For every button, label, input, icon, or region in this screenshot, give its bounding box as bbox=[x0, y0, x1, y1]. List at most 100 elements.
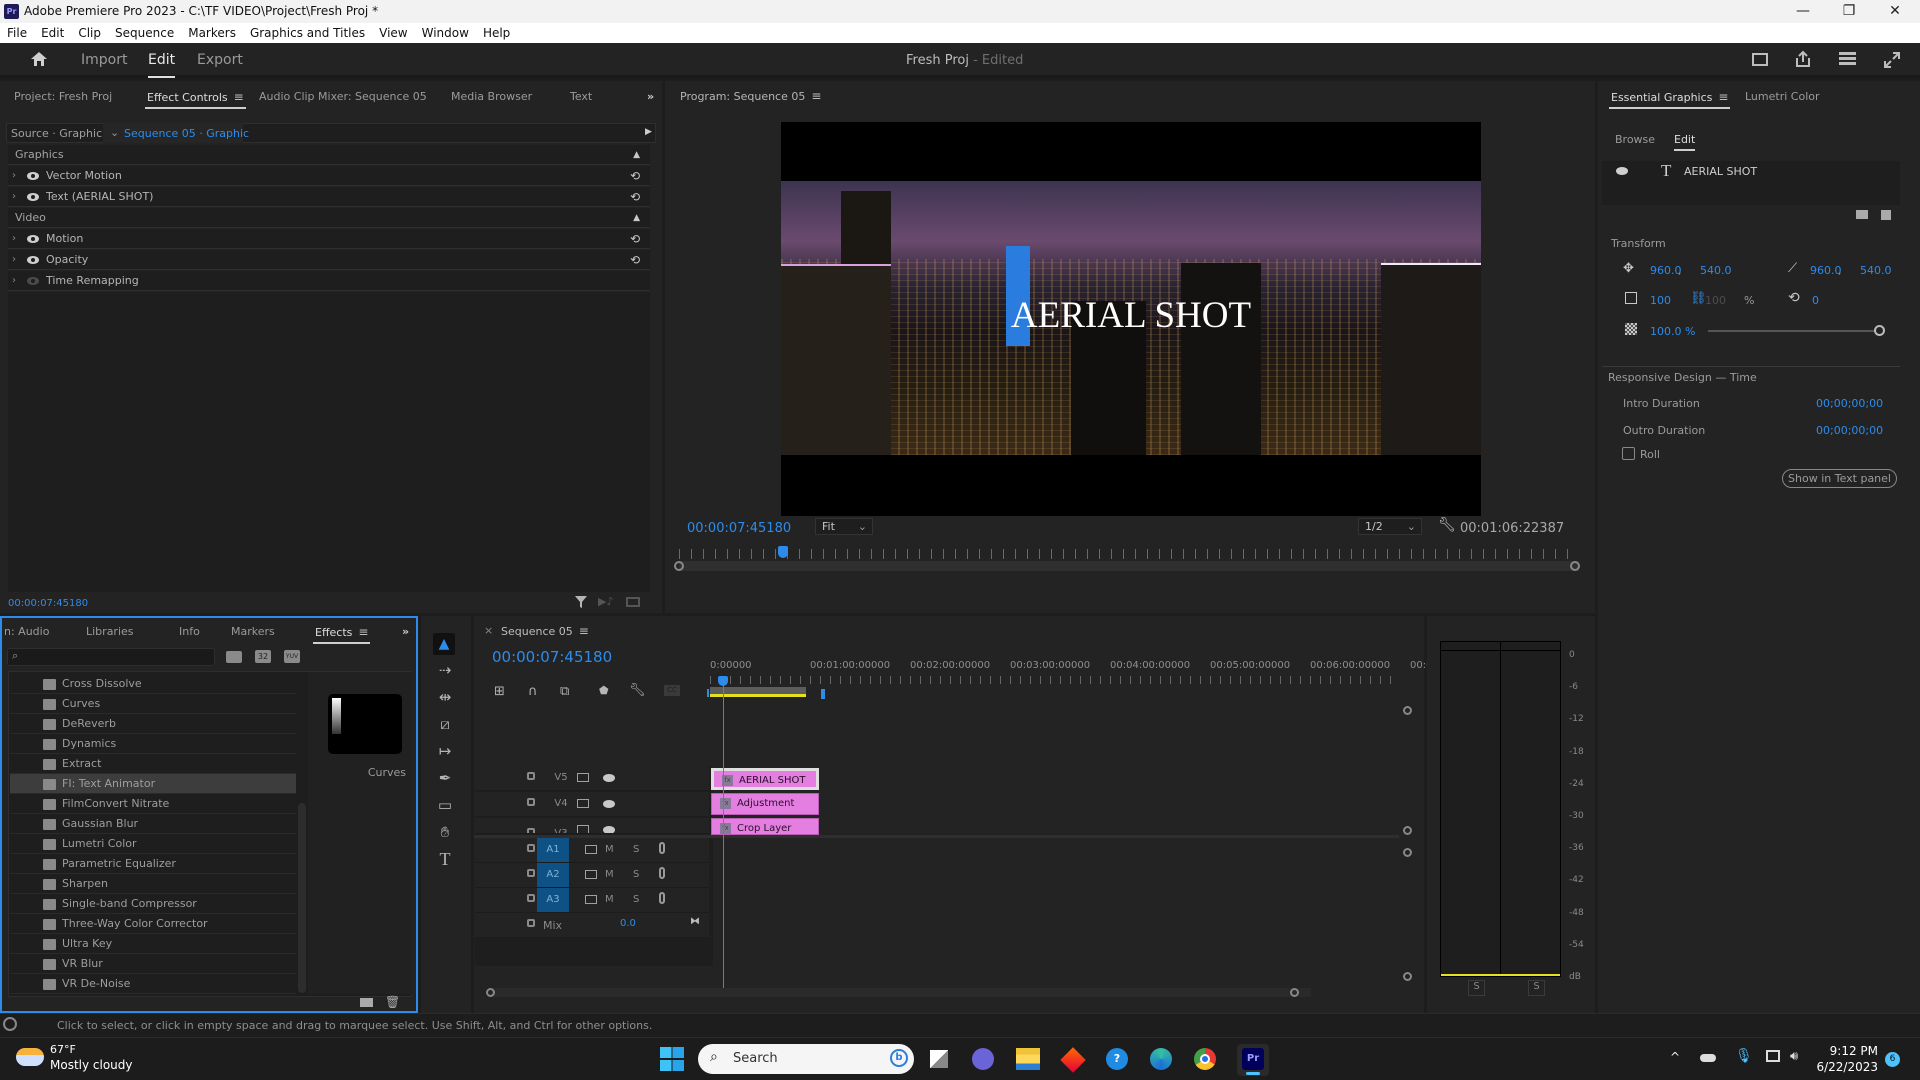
clip-aerial-shot[interactable]: fx AERIAL SHOT bbox=[711, 768, 819, 790]
show-hidden-icons-chevron[interactable]: ^ bbox=[1670, 1050, 1680, 1064]
track-header-v3[interactable]: V3 bbox=[475, 818, 709, 834]
track-select-tool-icon[interactable]: ⇢ bbox=[435, 660, 455, 680]
track-lock-icon[interactable] bbox=[527, 772, 535, 780]
tab-project[interactable]: Project: Fresh Proj bbox=[14, 90, 112, 103]
video-scroll-handle[interactable] bbox=[1403, 826, 1412, 835]
taskbar-search-box[interactable]: ⌕ Search b bbox=[698, 1044, 914, 1074]
track-header-v4[interactable]: V4 bbox=[475, 792, 709, 817]
microphone-in-use-icon[interactable]: 🎙︎ bbox=[1735, 1048, 1753, 1064]
nest-toggle-icon[interactable]: ⊞ bbox=[494, 684, 505, 699]
panel-menu-icon[interactable]: ≡ bbox=[234, 90, 244, 104]
weather-description[interactable]: Mostly cloudy bbox=[50, 1058, 133, 1072]
mix-volume-value[interactable]: 0.0 bbox=[620, 918, 636, 929]
opacity-slider-track[interactable] bbox=[1708, 330, 1880, 332]
toggle-effect-eye-icon[interactable] bbox=[27, 256, 39, 264]
opacity-value[interactable]: 100.0 % bbox=[1650, 325, 1695, 338]
network-icon[interactable] bbox=[1766, 1050, 1780, 1062]
effect-row[interactable]: › Motion ⟲ bbox=[8, 229, 650, 249]
toggle-sync-lock-icon[interactable] bbox=[577, 799, 589, 808]
effect-list-item[interactable]: Ultra Key bbox=[10, 934, 296, 954]
toggle-effect-eye-icon[interactable] bbox=[27, 172, 39, 180]
nav-export[interactable]: Export bbox=[197, 52, 243, 68]
tab-info[interactable]: Info bbox=[179, 625, 200, 638]
track-lock-icon[interactable] bbox=[527, 798, 535, 806]
video-frame[interactable]: AERIAL SHOT bbox=[781, 122, 1481, 516]
zoom-level-select[interactable]: Fit ⌄ bbox=[815, 518, 873, 535]
reset-icon[interactable]: ⟲ bbox=[630, 166, 640, 186]
timeline-settings-wrench-icon[interactable]: 🔧︎ bbox=[629, 683, 646, 698]
expand-chevron-icon[interactable]: › bbox=[12, 250, 16, 270]
track-lock-icon[interactable] bbox=[527, 919, 535, 927]
effect-list-item[interactable]: Three-Way Color Corrector bbox=[10, 914, 296, 934]
intro-duration-value[interactable]: 00;00;00;00 bbox=[1816, 397, 1883, 410]
track-lock-icon[interactable] bbox=[527, 869, 535, 877]
track-name[interactable]: A3 bbox=[537, 888, 569, 912]
timeline-timecode[interactable]: 00:00:07:45180 bbox=[492, 648, 612, 666]
voice-over-record-mic-icon[interactable] bbox=[659, 892, 665, 904]
toggle-track-output-eye-icon[interactable] bbox=[603, 800, 615, 808]
new-bin-folder-icon[interactable] bbox=[360, 998, 373, 1007]
start-windows-icon[interactable] bbox=[660, 1047, 684, 1071]
tab-media-browser[interactable]: Media Browser bbox=[451, 90, 532, 103]
chrome-browser-icon[interactable] bbox=[1194, 1048, 1216, 1070]
collapse-icon[interactable]: ▲ bbox=[633, 208, 640, 228]
weather-cloud-icon[interactable] bbox=[16, 1048, 44, 1066]
play-audio-icon[interactable]: ▶♪ bbox=[598, 595, 613, 608]
monitor-playhead[interactable] bbox=[778, 546, 788, 558]
pen-tool-icon[interactable]: ✒︎ bbox=[435, 768, 455, 788]
effect-list-item[interactable]: VR Blur bbox=[10, 954, 296, 974]
track-name[interactable]: A1 bbox=[537, 838, 569, 862]
work-area-out-handle[interactable] bbox=[821, 689, 825, 699]
effect-list-item[interactable]: Dynamics bbox=[10, 734, 296, 754]
maximize-button[interactable]: ❐ bbox=[1826, 0, 1872, 23]
timeline-toggle-icon[interactable]: ▶ bbox=[645, 127, 652, 137]
effect-list-item[interactable]: DeReverb bbox=[10, 714, 296, 734]
toggle-effect-eye-icon[interactable] bbox=[27, 277, 39, 285]
position-x-value[interactable]: 960.0 bbox=[1650, 264, 1682, 277]
task-view-icon[interactable] bbox=[930, 1050, 948, 1068]
sequence-tab[interactable]: Sequence 05 ≡ bbox=[501, 624, 589, 638]
effects-search-input[interactable]: ⌕ bbox=[7, 648, 215, 666]
clock-time[interactable]: 9:12 PM bbox=[1818, 1044, 1878, 1058]
clip-adjustment-layer[interactable]: fxAdjustment Layer bbox=[711, 793, 819, 829]
filter-icon[interactable] bbox=[574, 595, 588, 609]
toggle-track-output-eye-icon[interactable] bbox=[603, 826, 615, 833]
toggle-track-output-eye-icon[interactable] bbox=[603, 774, 615, 782]
tab-audio-clip-mixer[interactable]: Audio Clip Mixer: Sequence 05 bbox=[259, 90, 427, 103]
track-header-a2[interactable]: A2 M S bbox=[475, 863, 709, 888]
track-header-a1[interactable]: A1 M S bbox=[475, 838, 709, 863]
track-header-a3[interactable]: A3 M S bbox=[475, 888, 709, 913]
solo-left-channel-button[interactable]: S bbox=[1468, 980, 1485, 996]
panel-overflow-button[interactable]: » bbox=[402, 625, 409, 638]
subtab-edit[interactable]: Edit bbox=[1674, 133, 1696, 151]
effect-list-item[interactable]: VR De-Noise bbox=[10, 974, 296, 994]
anchor-y-value[interactable]: 540.0 bbox=[1860, 264, 1892, 277]
mix-pan-icon[interactable]: ⧓ bbox=[690, 916, 700, 927]
teams-chat-icon[interactable] bbox=[972, 1048, 994, 1070]
type-tool-icon[interactable]: T bbox=[435, 849, 455, 869]
effect-list-item[interactable]: Extract bbox=[10, 754, 296, 774]
menu-clip[interactable]: Clip bbox=[71, 23, 108, 43]
scale-value[interactable]: 100 bbox=[1650, 294, 1671, 307]
weather-temperature[interactable]: 67°F bbox=[50, 1043, 76, 1056]
premiere-pro-taskbar-button[interactable]: Pr bbox=[1237, 1044, 1269, 1076]
nav-import[interactable]: Import bbox=[81, 52, 127, 68]
panel-menu-icon[interactable]: ≡ bbox=[579, 624, 589, 638]
voice-over-record-mic-icon[interactable] bbox=[659, 842, 665, 854]
track-lock-icon[interactable] bbox=[527, 828, 535, 833]
expand-chevron-icon[interactable]: › bbox=[12, 166, 16, 186]
show-in-text-panel-button[interactable]: Show in Text panel bbox=[1782, 469, 1897, 488]
creative-cloud-icon[interactable] bbox=[3, 1017, 17, 1031]
menu-graphics-and-titles[interactable]: Graphics and Titles bbox=[243, 23, 372, 43]
reset-icon[interactable]: ⟲ bbox=[630, 250, 640, 270]
onedrive-icon[interactable] bbox=[1700, 1054, 1716, 1062]
track-lock-icon[interactable] bbox=[527, 894, 535, 902]
mute-button[interactable]: M bbox=[605, 869, 614, 880]
close-sequence-icon[interactable]: × bbox=[484, 624, 493, 637]
quick-export-icon[interactable] bbox=[1752, 53, 1768, 66]
minimize-button[interactable]: — bbox=[1780, 0, 1826, 23]
wrench-settings-icon[interactable]: 🔧︎ bbox=[1438, 517, 1456, 533]
tab-effect-controls[interactable]: Effect Controls ≡ bbox=[145, 90, 246, 109]
nav-edit[interactable]: Edit bbox=[148, 52, 176, 78]
layer-visibility-eye-icon[interactable] bbox=[1616, 167, 1628, 175]
